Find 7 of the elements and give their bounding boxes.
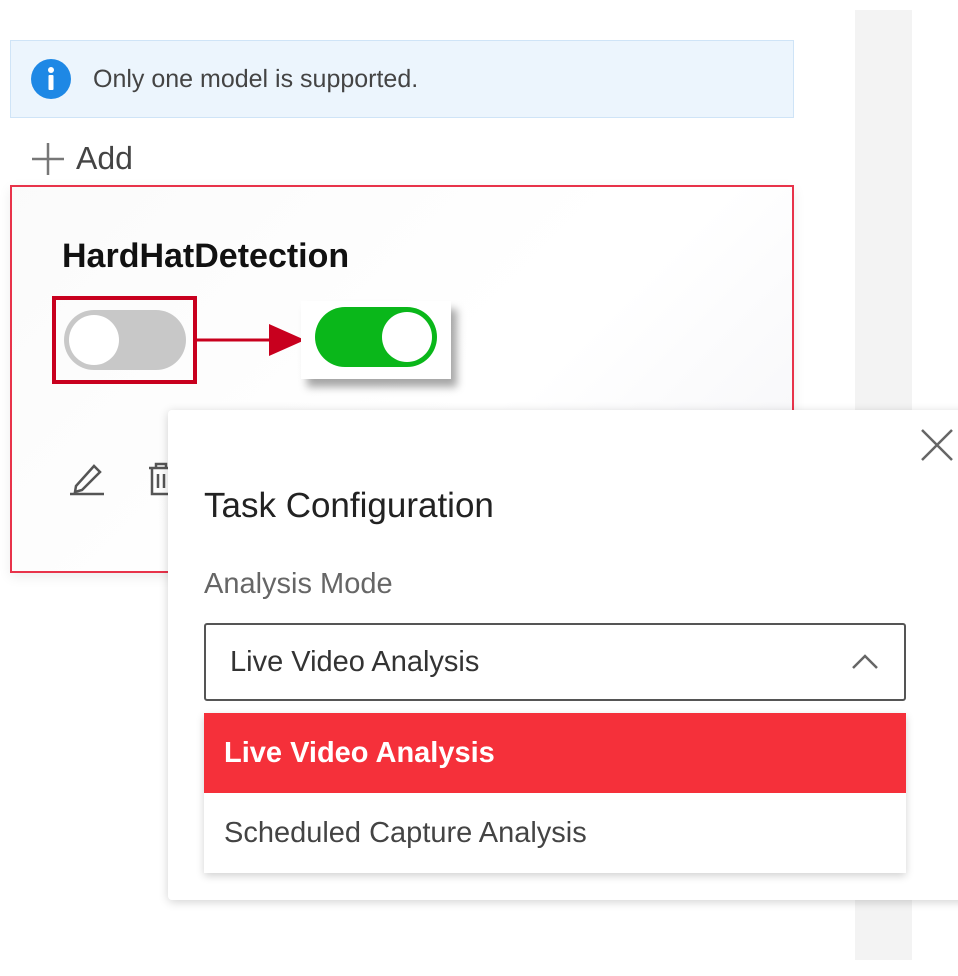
model-title: HardHatDetection (62, 237, 350, 276)
dropdown-option[interactable]: Scheduled Capture Analysis (204, 793, 906, 873)
mode-dropdown[interactable]: Live Video Analysis (204, 623, 906, 701)
dialog-title: Task Configuration (204, 486, 495, 526)
add-button[interactable]: Add (10, 140, 133, 177)
notice-text: Only one model is supported. (93, 64, 418, 94)
dropdown-option[interactable]: Live Video Analysis (204, 713, 906, 793)
